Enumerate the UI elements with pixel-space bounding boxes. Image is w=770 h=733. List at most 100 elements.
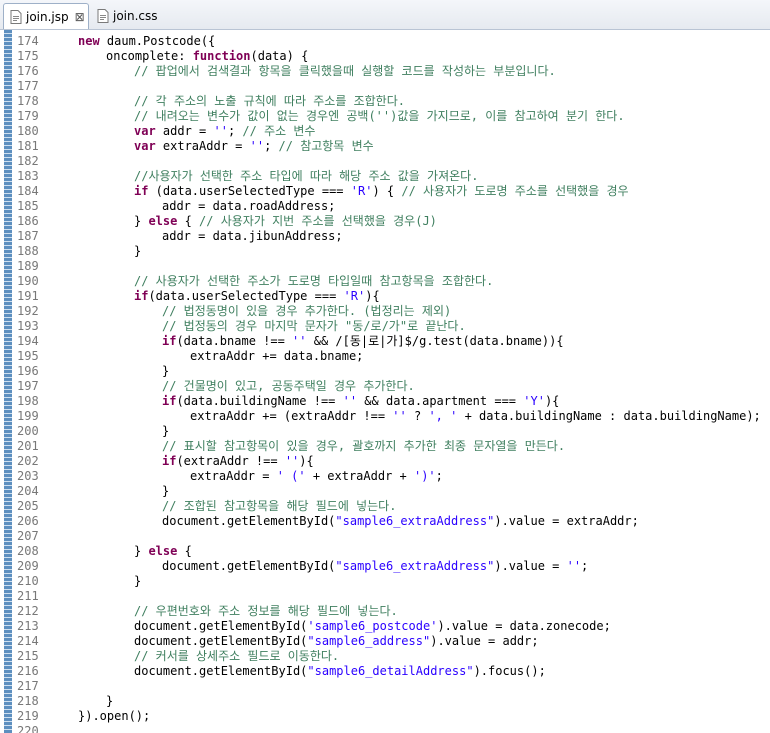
code-token: }).open(); — [78, 709, 151, 723]
line-number: 217 — [17, 679, 39, 693]
code-text: } — [106, 694, 113, 709]
code-text: }).open(); — [78, 709, 150, 724]
line-number: 210 — [17, 574, 39, 588]
code-token: } — [134, 244, 142, 258]
editor-tab-bar: join.jsp ⊠ join.css — [0, 0, 770, 30]
code-token: // 팝업에서 검색결과 항목을 클릭했을때 실행할 코드를 작성하는 부분입니… — [134, 64, 556, 78]
line-number: 176 — [17, 64, 39, 78]
code-text: extraAddr = ' (' + extraAddr + ')'; — [190, 469, 443, 484]
code-text: // 각 주소의 노출 규칙에 따라 주소를 조합한다. — [134, 94, 405, 109]
code-text: // 법정동명이 있을 경우 추가한다. (법정리는 제외) — [162, 304, 451, 319]
code-text: oncomplete: function(data) { — [106, 49, 308, 64]
code-token: (data.userSelectedType === — [148, 184, 351, 198]
code-text: } else { // 사용자가 지번 주소를 선택했을 경우(J) — [134, 214, 437, 229]
tab-join-jsp[interactable]: join.jsp ⊠ — [3, 3, 89, 29]
line-number: 218 — [17, 694, 39, 708]
code-token: "sample6_address" — [307, 634, 431, 648]
code-token: '' — [284, 454, 300, 468]
code-text: new daum.Postcode({ — [78, 34, 215, 49]
line-number: 193 — [17, 319, 39, 333]
code-token: // 사용자가 지번 주소를 선택했을 경우(J) — [199, 214, 437, 228]
code-token: ).focus(); — [473, 664, 546, 678]
code-token: document.getElementById( — [162, 514, 336, 528]
code-text: document.getElementById('sample6_postcod… — [134, 619, 611, 634]
line-number: 187 — [17, 229, 39, 243]
code-token: "sample6_extraAddress" — [335, 559, 495, 573]
code-token: ; — [435, 469, 443, 483]
code-token: } — [162, 484, 170, 498]
code-text: // 내려오는 변수가 값이 없는 경우엔 공백('')값을 가지므로, 이를 … — [134, 109, 625, 124]
line-number: 190 — [17, 274, 39, 288]
code-token: addr = data.jibunAddress; — [162, 229, 343, 243]
code-text: // 건물명이 있고, 공동주택일 경우 추가한다. — [162, 379, 415, 394]
code-token: + extraAddr + — [305, 469, 414, 483]
code-text: } else { — [134, 544, 192, 559]
line-number: 213 — [17, 619, 39, 633]
code-token: ){ — [544, 394, 560, 408]
code-token: ){ — [299, 454, 314, 468]
line-number: 209 — [17, 559, 39, 573]
code-editor[interactable]: 174 new daum.Postcode({175 oncomplete: fun… — [0, 30, 770, 733]
line-number: 177 — [17, 79, 39, 93]
code-token: if — [134, 184, 149, 198]
code-token: 'R' — [343, 289, 366, 303]
code-token: // 우편번호와 주소 정보를 해당 필드에 넣는다. — [134, 604, 398, 618]
change-ruler — [4, 30, 12, 733]
code-token: if — [162, 334, 177, 348]
code-token: } — [162, 424, 170, 438]
line-number: 194 — [17, 334, 39, 348]
css-file-icon — [97, 9, 109, 23]
close-icon[interactable]: ⊠ — [75, 10, 85, 24]
code-token: // 법정동의 경우 마지막 문자가 "동/로/가"로 끝난다. — [162, 319, 466, 333]
code-token: ; — [264, 139, 279, 153]
code-token: ).value = addr; — [430, 634, 539, 648]
line-number: 185 — [17, 199, 39, 213]
code-token: (data.buildingName !== — [176, 394, 343, 408]
code-text: } — [162, 484, 169, 499]
code-token: '' — [249, 139, 265, 153]
code-text: // 조합된 참고항목을 해당 필드에 넣는다. — [162, 499, 396, 514]
code-token: { — [177, 214, 200, 228]
line-number: 184 — [17, 184, 39, 198]
code-token: '' — [566, 559, 582, 573]
code-token: // 참고항목 변수 — [278, 139, 374, 153]
code-text: if(data.userSelectedType === 'R'){ — [134, 289, 380, 304]
line-number: 206 — [17, 514, 39, 528]
code-token: // 표시할 참고항목이 있을 경우, 괄호까지 추가한 최종 문자열을 만든다… — [162, 439, 566, 453]
code-text: document.getElementById("sample6_extraAd… — [162, 514, 639, 529]
code-text: } — [162, 424, 169, 439]
code-token: if — [134, 289, 149, 303]
code-token: ).value = — [494, 559, 567, 573]
code-token: (data.bname !== — [176, 334, 293, 348]
tab-join-css[interactable]: join.css — [93, 3, 163, 29]
code-token: //사용자가 선택한 주소 타입에 따라 해당 주소 값을 가져온다. — [134, 169, 479, 183]
code-token: // 주소 변수 — [242, 124, 316, 138]
code-token: ){ — [365, 289, 380, 303]
code-token: var — [134, 139, 156, 153]
code-token: if — [162, 454, 177, 468]
code-token: // 조합된 참고항목을 해당 필드에 넣는다. — [162, 499, 397, 513]
code-token: document.getElementById( — [162, 559, 336, 573]
code-token: 'R' — [350, 184, 373, 198]
code-text: //사용자가 선택한 주소 타입에 따라 해당 주소 값을 가져온다. — [134, 169, 478, 184]
code-token: ; — [227, 124, 243, 138]
code-text: if (data.userSelectedType === 'R') { // … — [134, 184, 629, 199]
code-token: } — [134, 544, 149, 558]
code-token: ')' — [413, 469, 436, 483]
code-token: ).value = extraAddr; — [494, 514, 639, 528]
code-token: oncomplete: — [106, 49, 193, 63]
code-text: // 커서를 상세주소 필드로 이동한다. — [134, 649, 339, 664]
code-token: new — [78, 34, 100, 48]
code-text: extraAddr += (extraAddr !== '' ? ', ' + … — [190, 409, 761, 424]
code-token: // 커서를 상세주소 필드로 이동한다. — [134, 649, 340, 663]
code-token: '' — [292, 334, 307, 348]
line-number: 197 — [17, 379, 39, 393]
code-token: ' (' — [276, 469, 306, 483]
code-token: '' — [392, 409, 407, 423]
line-number: 183 — [17, 169, 39, 183]
code-text: // 우편번호와 주소 정보를 해당 필드에 넣는다. — [134, 604, 398, 619]
code-text: // 팝업에서 검색결과 항목을 클릭했을때 실행할 코드를 작성하는 부분입니… — [134, 64, 556, 79]
code-token: } — [134, 574, 142, 588]
line-number: 191 — [17, 289, 39, 303]
code-token: '' — [213, 124, 228, 138]
